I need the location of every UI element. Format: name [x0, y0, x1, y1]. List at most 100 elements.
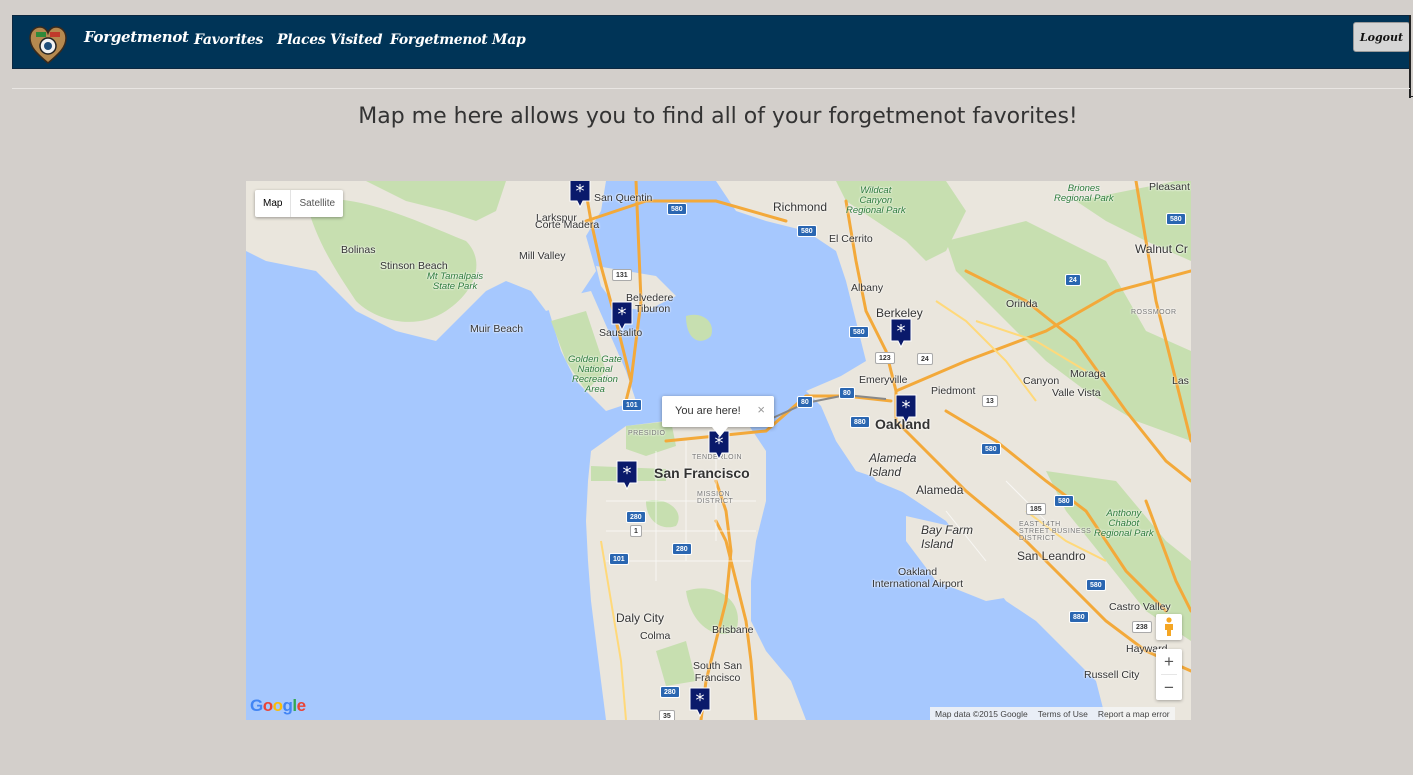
- label-rossmoor: ROSSMOOR: [1131, 309, 1177, 316]
- label-tiburon: Tiburon: [635, 303, 671, 315]
- shield-280: 280: [672, 543, 692, 555]
- zoom-out-button[interactable]: −: [1156, 675, 1182, 700]
- label-muir-beach: Muir Beach: [470, 323, 524, 335]
- label-orinda: Orinda: [1006, 298, 1038, 310]
- shield-280: 280: [626, 511, 646, 523]
- label-anthony-chabot: Anthony Chabot Regional Park: [1094, 508, 1154, 539]
- label-daly-city: Daly City: [616, 611, 665, 625]
- nav-favorites[interactable]: Favorites: [194, 32, 263, 48]
- label-piedmont: Piedmont: [931, 385, 976, 397]
- svg-text:*: *: [618, 304, 627, 325]
- label-russell-city: Russell City: [1084, 669, 1140, 681]
- shield-123: 123: [875, 352, 895, 364]
- map-type-satellite-button[interactable]: Satellite: [290, 190, 343, 217]
- label-brisbane: Brisbane: [712, 624, 754, 636]
- label-emeryville: Emeryville: [859, 374, 908, 386]
- shield-580: 580: [1086, 579, 1106, 591]
- nav-places-visited[interactable]: Places Visited: [277, 32, 383, 48]
- label-albany: Albany: [851, 282, 884, 294]
- label-mission-district: MISSION DISTRICT: [697, 491, 734, 505]
- svg-text:*: *: [696, 690, 705, 711]
- map-attribution: Map data ©2015 Google Terms of Use Repor…: [930, 707, 1175, 720]
- label-walnut-creek: Walnut Cr: [1135, 242, 1188, 256]
- shield-880: 880: [1069, 611, 1089, 623]
- report-map-error-link[interactable]: Report a map error: [1093, 709, 1175, 719]
- label-richmond: Richmond: [773, 200, 828, 214]
- label-las: Las: [1172, 375, 1189, 387]
- label-ggnra: Golden Gate National Recreation Area: [568, 354, 622, 395]
- nav-forgetmenot-map[interactable]: Forgetmenot Map: [390, 32, 526, 48]
- zoom-control: + −: [1156, 649, 1182, 700]
- label-mill-valley: Mill Valley: [519, 250, 566, 262]
- shield-280: 280: [660, 686, 680, 698]
- shield-1: 1: [630, 525, 642, 537]
- label-briones: Briones Regional Park: [1054, 183, 1114, 204]
- svg-text:*: *: [623, 463, 632, 484]
- info-window-text: You are here!: [675, 405, 741, 417]
- svg-text:*: *: [576, 181, 585, 202]
- brand-link[interactable]: Forgetmenot: [84, 28, 189, 46]
- shield-580: 580: [981, 443, 1001, 455]
- map-type-map-button[interactable]: Map: [255, 190, 290, 217]
- label-oakland-airport: Oakland International Airport: [872, 566, 964, 590]
- shield-101: 101: [622, 399, 642, 411]
- shield-580: 580: [849, 326, 869, 338]
- shield-35: 35: [659, 710, 675, 720]
- window-edge: [1409, 15, 1411, 98]
- label-san-francisco: San Francisco: [654, 465, 750, 481]
- label-canyon: Canyon: [1023, 375, 1060, 387]
- shield-101: 101: [609, 553, 629, 565]
- header-divider: [12, 88, 1410, 89]
- shield-580: 580: [797, 225, 817, 237]
- label-bolinas: Bolinas: [341, 244, 376, 256]
- map-type-control: Map Satellite: [255, 190, 344, 217]
- label-san-leandro: San Leandro: [1017, 549, 1086, 563]
- favorite-marker[interactable]: *: [689, 687, 711, 717]
- logout-button[interactable]: Logout: [1353, 22, 1410, 52]
- favorite-marker[interactable]: *: [616, 460, 638, 490]
- label-south-san-francisco: South San Francisco: [693, 660, 743, 684]
- info-window-close-icon[interactable]: ×: [757, 402, 765, 417]
- label-alameda-island: Alameda Island: [869, 451, 917, 479]
- shield-131: 131: [612, 269, 632, 281]
- label-castro-valley: Castro Valley: [1109, 601, 1171, 613]
- label-bay-farm-island: Bay Farm Island: [921, 523, 974, 551]
- label-pleasant: Pleasant: [1149, 181, 1190, 193]
- shield-238: 238: [1132, 621, 1152, 633]
- forgetmenot-logo-icon[interactable]: [28, 25, 68, 65]
- shield-580: 580: [667, 203, 687, 215]
- favorite-marker[interactable]: *: [569, 181, 591, 208]
- map-data-credit: Map data ©2015 Google: [935, 708, 1028, 719]
- label-moraga: Moraga: [1070, 368, 1106, 380]
- info-window: You are here! ×: [662, 396, 774, 437]
- google-logo[interactable]: Google: [250, 696, 306, 716]
- info-window-tail: [712, 427, 728, 437]
- label-alameda: Alameda: [916, 483, 964, 497]
- shield-580: 580: [1054, 495, 1074, 507]
- shield-185: 185: [1026, 503, 1046, 515]
- label-valle-vista: Valle Vista: [1052, 387, 1101, 399]
- shield-80: 80: [839, 387, 855, 399]
- street-view-pegman-icon[interactable]: [1156, 614, 1182, 640]
- label-mt-tamalpais: Mt Tamalpais State Park: [427, 271, 484, 292]
- favorite-marker[interactable]: *: [611, 301, 633, 331]
- zoom-in-button[interactable]: +: [1156, 649, 1182, 674]
- top-navbar: Forgetmenot Favorites Places Visited For…: [12, 15, 1410, 69]
- shield-13: 13: [982, 395, 998, 407]
- shield-580: 580: [1166, 213, 1186, 225]
- label-colma: Colma: [640, 630, 671, 642]
- page-title: Map me here allows you to find all of yo…: [358, 104, 1078, 129]
- map-canvas[interactable]: Larkspur San Quentin Corte Madera Mill V…: [246, 181, 1191, 720]
- label-east-14th: EAST 14TH STREET BUSINESS DISTRICT: [1019, 521, 1092, 542]
- label-san-quentin: San Quentin: [594, 192, 653, 204]
- shield-24: 24: [917, 353, 933, 365]
- label-corte-madera: Corte Madera: [535, 219, 600, 231]
- terms-of-use-link[interactable]: Terms of Use: [1033, 709, 1093, 719]
- favorite-marker[interactable]: *: [890, 318, 912, 348]
- shield-880: 880: [850, 416, 870, 428]
- favorite-marker[interactable]: *: [895, 394, 917, 424]
- shield-80: 80: [797, 396, 813, 408]
- label-presidio: PRESIDIO: [628, 430, 666, 437]
- label-wildcat-canyon: Wildcat Canyon Regional Park: [846, 185, 906, 216]
- label-el-cerrito: El Cerrito: [829, 233, 873, 245]
